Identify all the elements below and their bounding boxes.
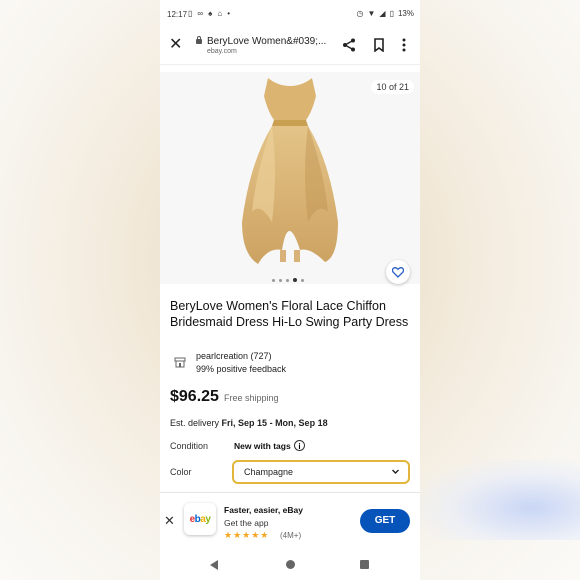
gallery-dot[interactable] <box>272 278 275 282</box>
close-icon[interactable]: ✕ <box>169 37 182 53</box>
condition-value: New with tags <box>234 441 291 451</box>
product-title: BeryLove Women's Floral Lace Chiffon Bri… <box>170 299 409 329</box>
rating-count: (4M+) <box>280 531 302 540</box>
recents-nav-icon[interactable] <box>360 560 369 569</box>
system-icons: ◷ ▼ ◢ ▯ 13% <box>357 9 414 18</box>
delivery-dates: Fri, Sep 15 - Mon, Sep 18 <box>221 418 328 428</box>
status-bar: 12:17 ▯ ∞ ♠ ⌂ • ◷ ▼ ◢ ▯ 13% <box>160 0 420 30</box>
share-icon[interactable] <box>342 38 356 52</box>
app-icon: ♠ <box>208 9 213 18</box>
battery-percent: 13% <box>397 9 414 18</box>
info-icon[interactable]: i <box>294 440 305 451</box>
watchlist-button[interactable] <box>386 260 410 284</box>
home-icon: ⌂ <box>217 9 223 18</box>
back-nav-icon[interactable] <box>210 560 218 570</box>
image-counter: 10 of 21 <box>371 80 414 94</box>
wifi-icon: ▼ <box>367 9 376 18</box>
product-image-gallery[interactable]: 10 of 21 <box>160 72 420 284</box>
color-selected-value: Champagne <box>244 467 294 477</box>
delivery-label: Est. delivery <box>170 418 220 428</box>
bookmark-icon[interactable] <box>373 38 385 52</box>
gallery-dot[interactable] <box>286 278 289 282</box>
browser-toolbar: ✕ BeryLove Women&#039;... ebay.com <box>160 30 420 65</box>
get-app-button[interactable]: GET <box>360 509 410 533</box>
star-icon: ★★★★★ <box>224 530 270 540</box>
seller-name[interactable]: pearlcreation (727) <box>196 351 272 361</box>
alarm-icon: ◷ <box>356 9 364 18</box>
close-icon[interactable]: ✕ <box>164 513 175 529</box>
ebay-logo: ebay <box>184 503 216 535</box>
signal-icon: ◢ <box>379 9 386 18</box>
dress-image <box>242 78 338 264</box>
battery-icon: ▯ <box>389 9 394 18</box>
phone-screen: 12:17 ▯ ∞ ♠ ⌂ • ◷ ▼ ◢ ▯ 13% ✕ BeryLove W… <box>160 0 420 580</box>
color-label: Color <box>170 467 192 477</box>
shipping-info: Free shipping <box>224 393 279 403</box>
seller-feedback: 99% positive feedback <box>196 364 287 374</box>
notification-icons: ▯ ∞ ♠ ⌂ • <box>188 9 230 18</box>
app-promo-banner: ✕ ebay Faster, easier, eBay Get the app … <box>160 492 420 551</box>
more-vert-icon[interactable] <box>401 38 407 52</box>
condition-label: Condition <box>170 441 209 451</box>
sim-icon: ▯ <box>188 9 193 18</box>
lock-icon <box>196 36 202 44</box>
page-title[interactable]: BeryLove Women&#039;... <box>207 36 326 47</box>
store-icon <box>174 357 186 368</box>
gallery-dot[interactable] <box>279 278 282 282</box>
promo-subtitle: Get the app <box>224 518 269 528</box>
chevron-down-icon <box>392 469 399 474</box>
gallery-dots[interactable] <box>272 278 304 282</box>
android-nav-bar <box>160 550 420 580</box>
item-price: $96.25 <box>170 388 219 405</box>
dot-icon: • <box>227 9 231 18</box>
home-nav-icon[interactable] <box>286 560 295 569</box>
status-time: 12:17 <box>167 10 188 19</box>
gallery-dot[interactable] <box>301 278 304 282</box>
background-glow <box>420 460 580 540</box>
page-domain[interactable]: ebay.com <box>207 48 237 55</box>
promo-title: Faster, easier, eBay <box>224 505 303 515</box>
link-icon: ∞ <box>197 9 204 18</box>
color-select[interactable]: Champagne <box>232 460 410 484</box>
heart-icon <box>392 266 404 278</box>
gallery-dot-active[interactable] <box>293 278 297 282</box>
delivery-estimate: Est. delivery Fri, Sep 15 - Mon, Sep 18 <box>170 418 328 428</box>
